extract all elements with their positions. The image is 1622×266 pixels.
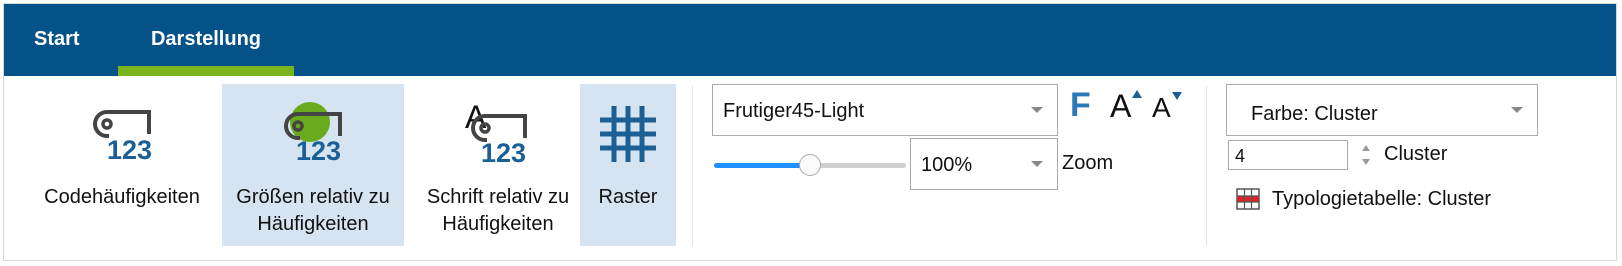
cluster-count-input[interactable]: 4 [1228,140,1348,170]
cluster-label: Cluster [1384,143,1448,165]
size-relative-label-line2: Häufigkeiten [257,213,369,235]
decrease-font-button[interactable]: A [1152,92,1182,124]
ribbon-tabbar: Start Darstellung [4,4,1616,76]
bold-f-icon: F [1070,86,1091,124]
increase-font-button[interactable]: A [1110,88,1142,125]
triangle-up-icon [1132,90,1142,98]
raster-label-text: Raster [598,186,658,208]
size-relative-label-line1: Größen relativ zu [236,186,390,208]
zoom-slider-fill [714,163,810,168]
chevron-down-icon [1511,107,1523,113]
zoom-slider-handle[interactable] [799,154,821,176]
group-separator [692,86,693,246]
chevron-down-icon [1031,161,1043,167]
font-relative-label-line2: Häufigkeiten [442,213,554,235]
zoom-label: Zoom [1062,152,1114,174]
zoom-value: 100% [921,154,973,176]
size-relative-button[interactable]: 123 Größen relativ zu Häufigkeiten [222,84,404,246]
icon-digits: 123 [107,135,152,164]
active-tab-indicator [118,66,294,76]
tag-123-icon: 123 [93,110,152,164]
table-icon [1236,188,1260,210]
font-relative-label: Schrift relativ zu Häufigkeiten [412,184,584,238]
zoom-select[interactable]: 100% [910,138,1058,190]
icon-digits: 123 [481,138,526,166]
raster-label: Raster [580,184,676,211]
font-shrink-icon: A [1152,92,1171,123]
font-family-select[interactable]: Frutiger45-Light [712,84,1058,136]
app-window: Start Darstellung 123 Codehäufigkeiten 1… [3,3,1617,261]
zoom-slider[interactable] [714,154,906,176]
code-frequencies-label: Codehäufigkeiten [34,184,210,211]
color-scheme-select[interactable]: Farbe: Cluster [1226,84,1538,136]
size-tag-123-icon: 123 [284,102,342,164]
typology-table-label: Typologietabelle: Cluster [1272,188,1492,210]
chevron-down-icon [1031,107,1043,113]
tab-start[interactable]: Start [34,4,80,76]
raster-button[interactable]: Raster [580,84,676,246]
code-frequencies-button[interactable]: 123 Codehäufigkeiten [34,84,210,246]
size-relative-label: Größen relativ zu Häufigkeiten [222,184,404,238]
font-grow-icon: A [1110,88,1132,124]
code-frequencies-label-text: Codehäufigkeiten [44,186,200,208]
icon-digits: 123 [296,136,341,164]
font-relative-label-line1: Schrift relativ zu [426,186,570,208]
font-tag-123-icon: A 123 [465,99,527,166]
font-family-value: Frutiger45-Light [723,100,865,122]
group-separator [1206,86,1207,246]
cluster-count-value: 4 [1235,146,1246,166]
bold-font-button[interactable]: F [1070,86,1091,125]
stepper-down-icon[interactable] [1362,159,1370,165]
grid-icon [600,106,656,162]
ribbon-panel: 123 Codehäufigkeiten 123 Größen relativ … [4,76,1616,262]
triangle-down-icon [1172,92,1182,100]
cluster-count-stepper[interactable] [1360,142,1372,168]
font-relative-button[interactable]: A 123 Schrift relativ zu Häufigkeiten [412,84,584,246]
stepper-up-icon[interactable] [1362,145,1370,151]
color-scheme-value: Farbe: Cluster [1251,103,1378,125]
